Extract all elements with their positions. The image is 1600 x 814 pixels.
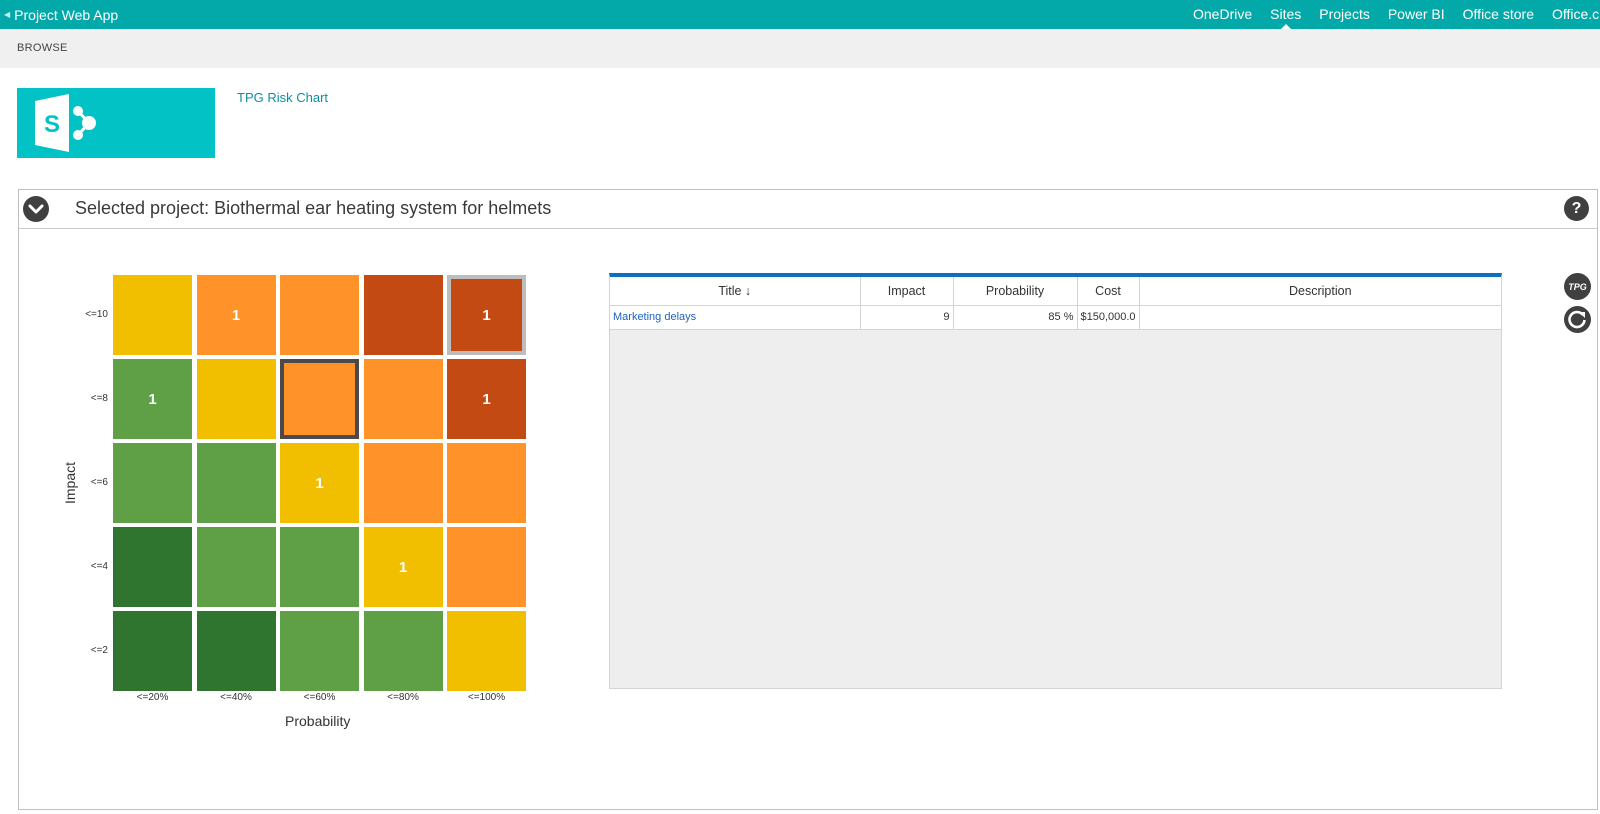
matrix-cell[interactable] (280, 359, 359, 439)
nav-onedrive[interactable]: OneDrive (1184, 0, 1261, 29)
ribbon-tab-browse[interactable]: BROWSE (17, 29, 68, 68)
suite-bar: ◀ Project Web App OneDrive Sites Project… (0, 0, 1600, 29)
site-title[interactable]: TPG Risk Chart (237, 90, 328, 105)
webpart-header: Selected project: Biothermal ear heating… (19, 190, 1597, 229)
x-axis-label: <=60% (303, 692, 336, 703)
y-axis-label: <=6 (90, 477, 108, 488)
selected-project-title: Selected project: Biothermal ear heating… (75, 198, 552, 218)
y-axis-label: <=10 (85, 309, 108, 320)
matrix-cell[interactable] (447, 527, 526, 607)
refresh-button[interactable] (1564, 306, 1591, 333)
app-name: Project Web App (14, 6, 119, 23)
column-title[interactable]: Title ↓ (610, 277, 861, 306)
nav-projects[interactable]: Projects (1310, 0, 1379, 29)
matrix-cell[interactable] (363, 359, 443, 439)
matrix-cell[interactable]: 1 (113, 359, 192, 439)
cell-description (1139, 305, 1501, 330)
back-caret-icon: ◀ (4, 9, 11, 19)
column-cost[interactable]: Cost (1077, 277, 1140, 306)
matrix-cell[interactable] (113, 443, 192, 523)
app-launcher[interactable]: ◀ Project Web App (4, 0, 118, 29)
matrix-cell[interactable] (280, 611, 359, 691)
site-logo[interactable]: S (17, 88, 215, 158)
y-axis-label: <=4 (90, 561, 108, 572)
suite-nav: OneDrive Sites Projects Power BI Office … (1184, 0, 1600, 29)
matrix-cell[interactable]: 1 (363, 527, 443, 607)
y-axis-label: <=8 (90, 393, 108, 404)
matrix-cell[interactable] (196, 611, 276, 691)
matrix-cell[interactable] (280, 527, 359, 607)
help-button[interactable]: ? (1564, 196, 1589, 221)
matrix-cell[interactable] (363, 275, 443, 355)
cell-impact: 9 (860, 305, 954, 330)
matrix-cell[interactable] (196, 443, 276, 523)
matrix-cell[interactable]: 1 (196, 275, 276, 355)
column-description[interactable]: Description (1139, 277, 1501, 306)
ribbon: BROWSE (0, 29, 1600, 68)
chevron-down-icon (28, 204, 44, 214)
matrix-cell[interactable] (113, 611, 192, 691)
risk-title-link[interactable]: Marketing delays (613, 311, 696, 323)
x-axis-label: <=80% (387, 692, 419, 703)
matrix-cell[interactable] (363, 443, 443, 523)
sharepoint-logo-icon: S (35, 94, 96, 152)
matrix-cell[interactable] (363, 611, 443, 691)
cell-probability: 85 % (953, 305, 1078, 330)
matrix-cell[interactable]: 1 (447, 275, 526, 355)
matrix-cell[interactable]: 1 (447, 359, 526, 439)
column-probability[interactable]: Probability (953, 277, 1078, 306)
matrix-cell[interactable] (447, 443, 526, 523)
x-axis-title: Probability (285, 713, 351, 729)
x-axis-label: <=40% (220, 692, 252, 703)
x-axis-label: <=20% (136, 692, 169, 703)
matrix-cell[interactable] (113, 527, 192, 607)
matrix-cell[interactable] (447, 611, 526, 691)
table-row[interactable]: Marketing delays 9 85 % $150,000.0 (610, 305, 1501, 330)
matrix-cell[interactable] (113, 275, 192, 355)
matrix-cell[interactable] (280, 275, 359, 355)
cell-title[interactable]: Marketing delays (610, 305, 861, 330)
svg-text:S: S (44, 111, 60, 138)
risk-matrix: 111111 (113, 275, 531, 693)
nav-office-com[interactable]: Office.c (1543, 0, 1600, 29)
refresh-icon (1568, 310, 1586, 329)
tpg-logo-icon[interactable]: TPG (1564, 273, 1591, 300)
x-axis-label: <=100% (467, 692, 506, 703)
nav-sites[interactable]: Sites (1261, 0, 1310, 29)
matrix-cell[interactable]: 1 (280, 443, 359, 523)
nav-office-store[interactable]: Office store (1454, 0, 1543, 29)
collapse-button[interactable] (23, 196, 49, 222)
matrix-cell[interactable] (196, 359, 276, 439)
risk-table: Title ↓ Impact Probability Cost Descript… (609, 273, 1502, 689)
column-impact[interactable]: Impact (860, 277, 954, 306)
y-axis-label: <=2 (90, 645, 108, 656)
nav-power-bi[interactable]: Power BI (1379, 0, 1454, 29)
matrix-cell[interactable] (196, 527, 276, 607)
cell-cost: $150,000.0 (1077, 305, 1140, 330)
